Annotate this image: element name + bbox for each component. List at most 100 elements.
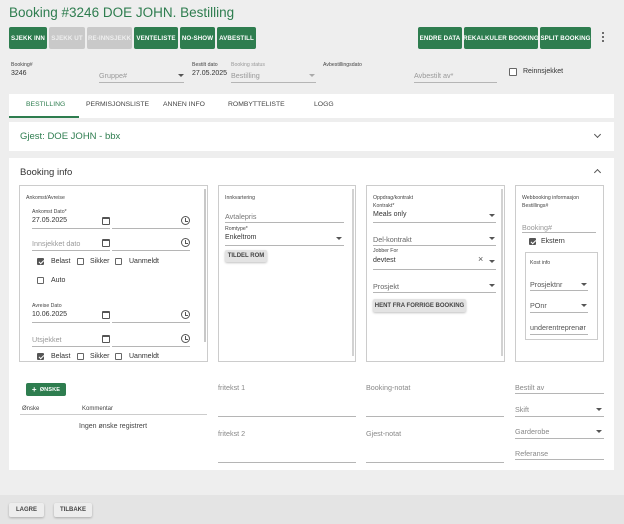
- sjekk-ut-button[interactable]: SJEKK UT: [49, 27, 85, 49]
- booking-notat-field[interactable]: Booking-notat: [366, 383, 410, 392]
- uanmeldt-label-2: Uanmeldt: [129, 353, 159, 360]
- tab-bestilling[interactable]: BESTILLING: [26, 101, 65, 108]
- utsjekket-calendar-icon[interactable]: [102, 335, 110, 343]
- ekstern-checkbox[interactable]: [529, 238, 536, 245]
- gruppe-dropdown-icon[interactable]: [178, 74, 184, 77]
- avreise-clock-icon[interactable]: [181, 310, 190, 319]
- fritekst2-field[interactable]: fritekst 2: [218, 429, 245, 438]
- sikker-checkbox[interactable]: [77, 258, 84, 265]
- fritekst1-field[interactable]: fritekst 1: [218, 383, 245, 392]
- tab-logg[interactable]: LOGG: [314, 101, 334, 108]
- add-onske-button[interactable]: + ØNSKE: [26, 383, 66, 396]
- ankomst-clock-icon[interactable]: [181, 216, 190, 225]
- ponr-dropdown-icon[interactable]: [581, 304, 587, 307]
- prosjekt-dropdown-icon[interactable]: [489, 284, 495, 287]
- kontrakt-label: Kontrakt*: [373, 203, 395, 209]
- split-booking-button[interactable]: SPLIT BOOKING: [540, 27, 591, 49]
- add-icon: +: [31, 385, 37, 394]
- endre-data-button[interactable]: ENDRE DATA: [418, 27, 462, 49]
- avreise-date-underline: [32, 322, 110, 323]
- uanmeldt-checkbox[interactable]: [115, 258, 122, 265]
- sikker-checkbox-2[interactable]: [77, 353, 84, 360]
- prosjektnr-underline: [530, 290, 588, 291]
- prosjekt-select[interactable]: Prosjekt: [373, 282, 399, 291]
- utsjekket-field[interactable]: Utsjekket: [32, 335, 62, 344]
- innsjekket-calendar-icon[interactable]: [102, 239, 110, 247]
- assignment-scrollbar[interactable]: [501, 189, 503, 356]
- romtype-underline: [225, 245, 344, 246]
- no-wishes-text: Ingen ønske registrert: [79, 423, 148, 430]
- tab-rombytteliste[interactable]: ROMBYTTELISTE: [228, 101, 285, 108]
- ekstern-label: Ekstern: [541, 238, 565, 245]
- avreise-dato-label: Avreise Dato: [32, 303, 62, 309]
- del-kontrakt-select[interactable]: Del-kontrakt: [373, 235, 412, 244]
- kontrakt-select[interactable]: Meals only: [373, 211, 406, 218]
- ankomst-dato-value[interactable]: 27.05.2025: [32, 217, 67, 224]
- belast-label: Belast: [51, 258, 71, 265]
- re-innsjekk-button[interactable]: RE-INNSJEKK: [87, 27, 132, 49]
- bestillings-label: Bestillings#: [522, 203, 549, 209]
- uanmeldt-checkbox-2[interactable]: [115, 353, 122, 360]
- wishes-header-divider: [20, 414, 207, 415]
- garderobe-dropdown-icon[interactable]: [596, 430, 602, 433]
- jobber-for-dropdown-icon[interactable]: [489, 260, 495, 263]
- skift-select[interactable]: Skift: [515, 405, 529, 414]
- gjest-notat-underline: [366, 462, 504, 463]
- tildel-rom-button[interactable]: TILDEL ROM: [225, 250, 267, 262]
- underentreprenor-underline: [530, 334, 588, 335]
- belast-checkbox-2[interactable]: [37, 353, 44, 360]
- belast-checkbox[interactable]: [37, 258, 44, 265]
- clear-icon[interactable]: ×: [478, 254, 483, 264]
- bestilt-dato-value: 27.05.2025: [192, 70, 228, 77]
- venteliste-button[interactable]: VENTELISTE: [134, 27, 178, 49]
- gjest-notat-field[interactable]: Gjest-notat: [366, 429, 401, 438]
- avtalepris-field[interactable]: Avtalepris: [225, 212, 256, 221]
- avreise-dato-value[interactable]: 10.06.2025: [32, 311, 67, 318]
- no-show-button[interactable]: NO-SHOW: [180, 27, 215, 49]
- prosjektnr-dropdown-icon[interactable]: [581, 283, 587, 286]
- ponr-select[interactable]: POnr: [530, 301, 547, 310]
- more-options-icon[interactable]: [601, 32, 605, 44]
- sjekk-inn-button[interactable]: SJEKK INN: [9, 27, 47, 49]
- innsjekket-dato-field[interactable]: Innsjekket dato: [32, 239, 80, 248]
- ankomst-calendar-icon[interactable]: [102, 217, 110, 225]
- skift-dropdown-icon[interactable]: [596, 408, 602, 411]
- avreise-calendar-icon[interactable]: [102, 311, 110, 319]
- prosjektnr-select[interactable]: Prosjektnr: [530, 280, 562, 289]
- referanse-field[interactable]: Referanse: [515, 449, 548, 458]
- romtype-select[interactable]: Enkeltrom: [225, 234, 257, 241]
- utsjekket-clock-icon[interactable]: [181, 334, 190, 343]
- bestilt-dato-label: Bestilt dato: [192, 62, 218, 68]
- room-heading: Innkvartering: [225, 195, 255, 201]
- arrival-scrollbar[interactable]: [204, 189, 206, 342]
- sikker-label: Sikker: [90, 258, 110, 265]
- romtype-dropdown-icon[interactable]: [336, 237, 342, 240]
- gruppe-field[interactable]: Gruppe#: [99, 71, 127, 80]
- bestilt-av-field[interactable]: Bestilt av: [515, 383, 544, 392]
- web-booking-field[interactable]: Booking#: [522, 223, 552, 232]
- jobber-for-select[interactable]: devtest: [373, 257, 396, 264]
- kontrakt-dropdown-icon[interactable]: [489, 214, 495, 217]
- avtalepris-underline: [225, 222, 344, 223]
- tab-annen-info[interactable]: ANNEN INFO: [163, 101, 205, 108]
- status-dropdown-icon[interactable]: [309, 74, 315, 77]
- rekalkuler-booking-button[interactable]: REKALKULER BOOKING: [463, 27, 539, 49]
- innsjekket-clock-icon[interactable]: [181, 238, 190, 247]
- auto-checkbox[interactable]: [37, 277, 44, 284]
- room-scrollbar[interactable]: [352, 189, 354, 356]
- tilbake-button[interactable]: TILBAKE: [54, 503, 92, 517]
- del-kontrakt-dropdown-icon[interactable]: [489, 237, 495, 240]
- kommentar-column-header: Kommentar: [82, 406, 114, 412]
- gruppe-underline: [99, 82, 184, 83]
- avbestill-button[interactable]: AVBESTILL: [217, 27, 256, 49]
- status-underline: [231, 82, 316, 83]
- garderobe-select[interactable]: Garderobe: [515, 427, 549, 436]
- tab-permisjonsliste[interactable]: PERMISJONSLISTE: [86, 101, 149, 108]
- reinnsjekket-checkbox[interactable]: [509, 68, 517, 76]
- lagre-button[interactable]: LAGRE: [9, 503, 44, 517]
- underentreprenor-field[interactable]: underentreprenør: [530, 323, 586, 332]
- avbestilt-av-field[interactable]: Avbestilt av*: [414, 71, 453, 80]
- hent-fra-forrige-booking-button[interactable]: HENT FRA FORRIGE BOOKING: [373, 299, 466, 312]
- booking-status-select[interactable]: Bestilling: [231, 71, 260, 80]
- avbestillingsdato-label: Avbestillingsdato: [323, 62, 362, 68]
